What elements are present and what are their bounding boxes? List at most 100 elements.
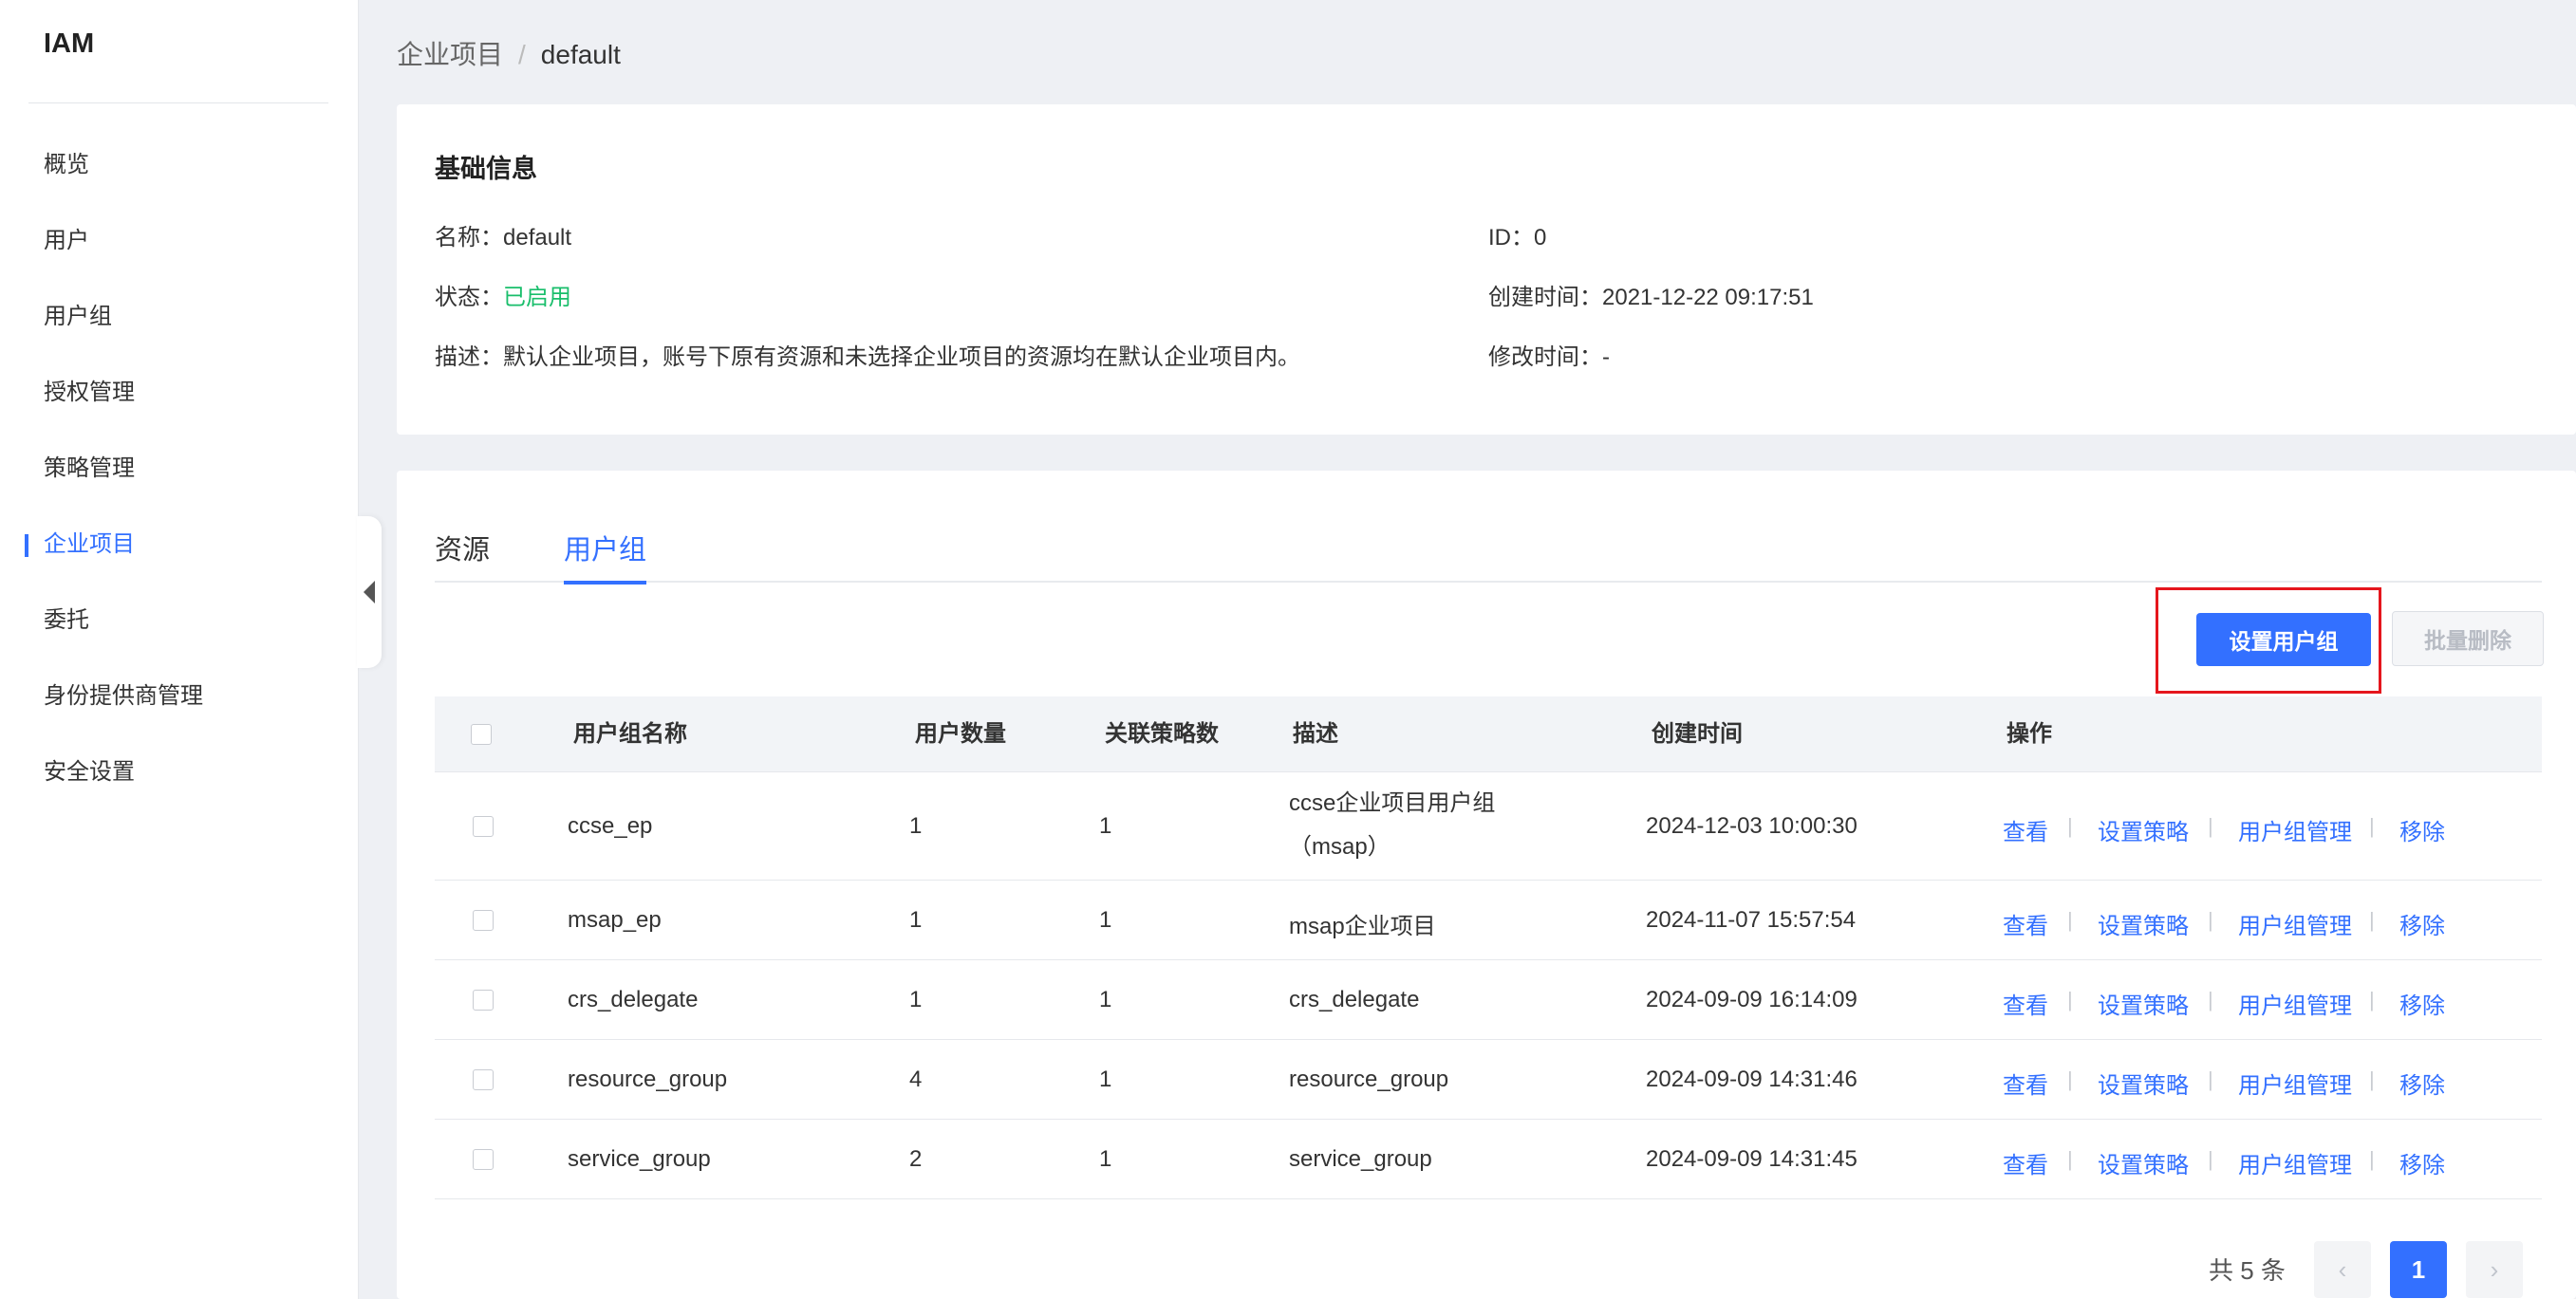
remove-link[interactable]: 移除 [2399,907,2445,940]
policy-count: 1 [1099,1146,1112,1172]
sidebar-item-authorization[interactable]: 授权管理 [0,370,358,446]
row-checkbox[interactable] [473,1149,494,1170]
set-policy-link[interactable]: 设置策略 [2098,1067,2189,1100]
policy-count: 1 [1099,1067,1112,1092]
info-created: 创建时间：2021-12-22 09:17:51 [1488,278,1814,311]
user-group-table: 用户组名称 用户数量 关联策略数 描述 创建时间 操作 ccse_ep 1 1 … [435,696,2542,1199]
remove-link[interactable]: 移除 [2399,987,2445,1020]
group-manage-link[interactable]: 用户组管理 [2238,907,2352,940]
set-policy-link[interactable]: 设置策略 [2098,987,2189,1020]
view-link[interactable]: 查看 [2003,813,2048,846]
header-actions: 操作 [2007,721,2052,747]
chevron-left-icon: ‹ [2338,1254,2347,1284]
info-created-value: 2021-12-22 09:17:51 [1602,285,1814,310]
info-description: 描述：默认企业项目，账号下原有资源和未选择企业项目的资源均在默认企业项目内。 [435,338,1300,371]
sidebar-collapse-button[interactable] [357,516,382,668]
info-status: 状态：已启用 [435,278,571,311]
sidebar-item-user-groups[interactable]: 用户组 [0,294,358,370]
group-manage-link[interactable]: 用户组管理 [2238,1146,2352,1179]
remove-link[interactable]: 移除 [2399,813,2445,846]
group-description: ccse企业项目用户组（msap） [1289,790,1496,860]
action-separator: | [2369,1067,2375,1091]
row-checkbox[interactable] [473,990,494,1011]
sidebar: IAM 概览 用户 用户组 授权管理 策略管理 企业项目 委托 身份提供商管理 … [0,0,359,1299]
info-name-value: default [503,225,572,251]
user-count: 1 [909,987,923,1012]
sidebar-item-policies[interactable]: 策略管理 [0,446,358,522]
info-modified-value: - [1602,344,1610,370]
group-description: msap企业项目 [1289,914,1436,939]
breadcrumb: 企业项目 / default [397,34,621,72]
view-link[interactable]: 查看 [2003,1146,2048,1179]
basic-info-card: 基础信息 名称：default ID：0 状态：已启用 创建时间：2021-12… [397,104,2576,435]
set-policy-link[interactable]: 设置策略 [2098,1146,2189,1179]
group-name: msap_ep [568,907,662,933]
info-name-label: 名称： [435,225,503,251]
header-user-count: 用户数量 [915,721,1006,747]
group-manage-link[interactable]: 用户组管理 [2238,813,2352,846]
pagination-total: 共 5 条 [2209,1256,2286,1285]
pagination-next-button[interactable]: › [2466,1241,2523,1298]
sidebar-item-security-settings[interactable]: 安全设置 [0,750,358,826]
remove-link[interactable]: 移除 [2399,1067,2445,1100]
info-id-value: 0 [1534,225,1547,251]
row-checkbox[interactable] [473,1069,494,1090]
group-description: resource_group [1289,1067,1449,1092]
action-separator: | [2208,1067,2213,1091]
select-all-checkbox[interactable] [471,724,492,745]
action-separator: | [2369,1147,2375,1171]
table-row: resource_group 4 1 resource_group 2024-0… [435,1040,2542,1120]
sidebar-divider [28,102,328,103]
sidebar-item-users[interactable]: 用户 [0,218,358,294]
tab-user-groups[interactable]: 用户组 [564,528,647,585]
action-separator: | [2369,988,2375,1011]
header-policy-count: 关联策略数 [1105,721,1219,747]
sidebar-nav: 概览 用户 用户组 授权管理 策略管理 企业项目 委托 身份提供商管理 安全设置 [0,142,358,826]
info-description-value: 默认企业项目，账号下原有资源和未选择企业项目的资源均在默认企业项目内。 [503,344,1300,370]
group-manage-link[interactable]: 用户组管理 [2238,1067,2352,1100]
user-count: 4 [909,1067,923,1092]
remove-link[interactable]: 移除 [2399,1146,2445,1179]
view-link[interactable]: 查看 [2003,987,2048,1020]
table-row: ccse_ep 1 1 ccse企业项目用户组（msap） 2024-12-03… [435,772,2542,881]
action-separator: | [2067,908,2073,932]
created-time: 2024-09-09 16:14:09 [1646,987,1857,1012]
row-checkbox[interactable] [473,910,494,931]
batch-delete-button: 批量删除 [2392,611,2544,666]
tabs-card: 资源 用户组 设置用户组 批量删除 用户组名称 用户数量 关联策略数 描述 创建… [397,471,2576,1299]
sidebar-item-enterprise-projects[interactable]: 企业项目 [0,522,358,598]
breadcrumb-parent[interactable]: 企业项目 [397,40,503,69]
pagination-prev-button[interactable]: ‹ [2314,1241,2371,1298]
header-created-time: 创建时间 [1652,721,1743,747]
set-policy-link[interactable]: 设置策略 [2098,813,2189,846]
view-link[interactable]: 查看 [2003,1067,2048,1100]
row-checkbox[interactable] [473,816,494,837]
policy-count: 1 [1099,813,1112,839]
pagination-page-1[interactable]: 1 [2390,1241,2447,1298]
user-count: 1 [909,813,923,839]
group-description: crs_delegate [1289,987,1420,1012]
set-policy-link[interactable]: 设置策略 [2098,907,2189,940]
collapse-left-icon [364,581,375,603]
tab-resources[interactable]: 资源 [435,528,490,583]
info-created-label: 创建时间： [1488,285,1602,310]
created-time: 2024-09-09 14:31:45 [1646,1146,1857,1172]
view-link[interactable]: 查看 [2003,907,2048,940]
group-manage-link[interactable]: 用户组管理 [2238,987,2352,1020]
sidebar-item-overview[interactable]: 概览 [0,142,358,218]
action-separator: | [2208,988,2213,1011]
action-separator: | [2067,814,2073,838]
action-separator: | [2208,814,2213,838]
created-time: 2024-11-07 15:57:54 [1646,907,1857,933]
sidebar-item-delegation[interactable]: 委托 [0,598,358,674]
app-logo-title: IAM [44,28,95,59]
group-description: service_group [1289,1146,1432,1172]
sidebar-item-identity-providers[interactable]: 身份提供商管理 [0,674,358,750]
table-header: 用户组名称 用户数量 关联策略数 描述 创建时间 操作 [435,696,2542,772]
info-modified: 修改时间：- [1488,338,1610,371]
header-description: 描述 [1293,721,1338,747]
created-time: 2024-12-03 10:00:30 [1646,813,1857,839]
set-user-group-button[interactable]: 设置用户组 [2196,613,2371,666]
status-badge: 已启用 [503,285,571,310]
info-id: ID：0 [1488,218,1546,251]
